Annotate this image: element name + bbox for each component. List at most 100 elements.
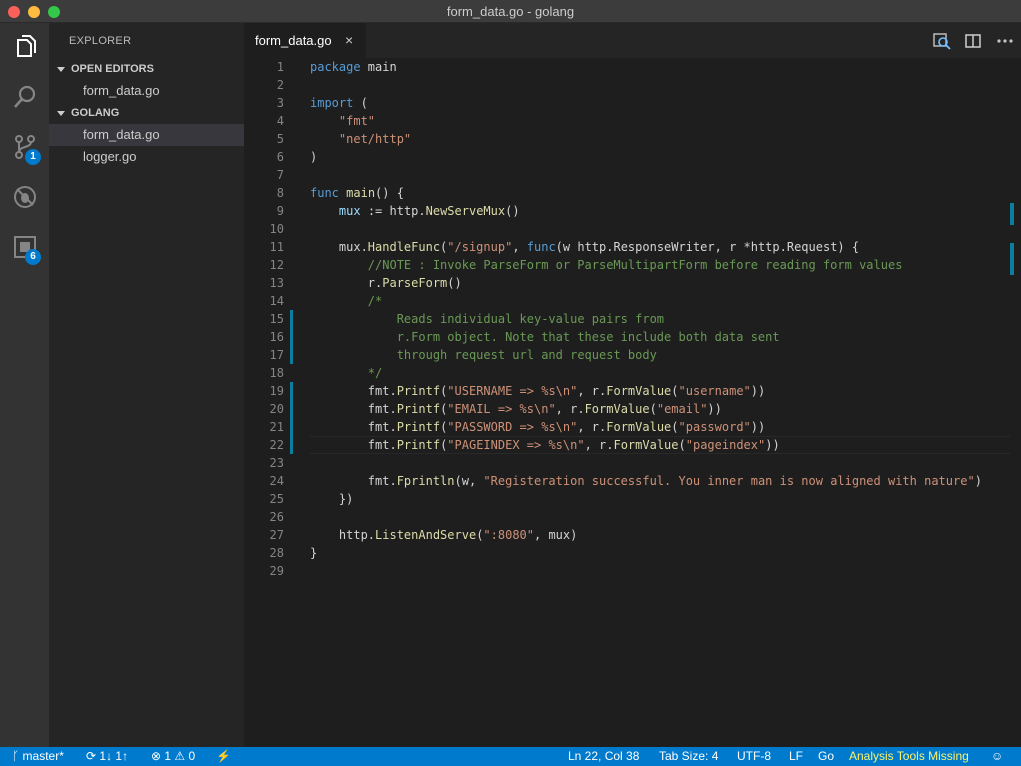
code-line[interactable]: 15 Reads individual key-value pairs from — [244, 310, 1004, 328]
line-number: 3 — [276, 96, 284, 110]
code-line[interactable]: 18 */ — [244, 364, 1004, 382]
language-mode[interactable]: Go — [818, 747, 834, 766]
search-icon — [13, 85, 35, 108]
code-line[interactable]: 25 }) — [244, 490, 1004, 508]
code-token: }) — [310, 492, 354, 506]
code-line[interactable]: 27 http.ListenAndServe(":8080", mux) — [244, 526, 1004, 544]
open-editor-item[interactable]: form_data.go — [49, 80, 244, 102]
open-editors-section[interactable]: OPEN EDITORS — [49, 58, 244, 80]
code-token: , r. — [584, 438, 614, 452]
code-line[interactable]: 22 fmt.Printf ("PAGEINDEX => %s\n", r.For… — [244, 436, 1010, 454]
code-token: Fprintln — [396, 474, 455, 488]
split-editor-button[interactable] — [964, 32, 982, 50]
code-line[interactable]: 16 r.Form object. Note that these includ… — [244, 328, 1004, 346]
code-line[interactable]: 28} — [244, 544, 1004, 562]
line-number: 26 — [269, 510, 284, 524]
more-actions-button[interactable] — [996, 32, 1014, 50]
code-line[interactable]: 7 — [244, 166, 1004, 184]
code-line[interactable]: 9 mux := http.NewServeMux() — [244, 202, 1004, 220]
encoding[interactable]: UTF-8 — [737, 747, 771, 766]
code-line[interactable]: 5 "net/http" — [244, 130, 1004, 148]
branch-status[interactable]: ᚴ master* — [12, 747, 64, 766]
code-token: "pageindex" — [685, 438, 766, 452]
code-line[interactable]: 4 "fmt" — [244, 112, 1004, 130]
code-token: http. — [310, 528, 376, 542]
code-token: /* — [367, 294, 383, 308]
code-token: fmt. — [310, 384, 397, 398]
end-of-line[interactable]: LF — [789, 747, 803, 766]
close-icon[interactable]: × — [345, 23, 353, 58]
line-number: 21 — [269, 420, 284, 434]
code-line[interactable]: 21 fmt.Printf ("PASSWORD => %s\n", r.Form… — [244, 418, 1004, 436]
code-token: "net/http" — [338, 132, 412, 146]
file-item[interactable]: form_data.go — [49, 124, 244, 146]
folder-section[interactable]: GOLANG — [49, 102, 244, 124]
sidebar-title: EXPLORER — [69, 35, 132, 47]
source-control-button[interactable]: 1 — [0, 123, 49, 171]
code-line[interactable]: 6) — [244, 148, 1004, 166]
line-number: 17 — [269, 348, 284, 362]
code-token: ) — [310, 150, 318, 164]
code-line[interactable]: 20 fmt.Printf ("EMAIL => %s\n", r.FormVal… — [244, 400, 1004, 418]
code-line[interactable]: 11 mux.HandleFunc("/signup", func(w http… — [244, 238, 1004, 256]
code-line[interactable]: 8 func main() { — [244, 184, 1004, 202]
modified-line-marker — [290, 310, 293, 328]
code-line[interactable]: 26 — [244, 508, 1004, 526]
feedback-smiley-icon[interactable]: ☺ — [991, 747, 1003, 766]
tab-form-data[interactable]: form_data.go × — [244, 23, 366, 58]
code-token: (w, — [454, 474, 484, 488]
code-line[interactable]: 12 //NOTE : Invoke ParseForm or ParseMul… — [244, 256, 1004, 274]
explorer-button[interactable] — [0, 23, 49, 71]
code-line[interactable]: 19 fmt.Printf ("USERNAME => %s\n", r.Form… — [244, 382, 1004, 400]
code-token: import — [310, 96, 354, 110]
analysis-tools-warning[interactable]: Analysis Tools Missing — [849, 747, 969, 766]
error-icon: ⊗ — [151, 749, 165, 763]
code-token: ListenAndServe — [375, 528, 477, 542]
search-button[interactable] — [0, 73, 49, 121]
modified-line-marker — [290, 400, 293, 418]
code-token: Printf — [396, 402, 441, 416]
code-token: ( — [649, 402, 657, 416]
code-line[interactable]: 2 — [244, 76, 1004, 94]
extensions-button[interactable]: 6 — [0, 223, 49, 271]
file-item[interactable]: logger.go — [49, 146, 244, 168]
debug-button[interactable] — [0, 173, 49, 221]
code-token: )) — [750, 384, 766, 398]
debug-icon — [13, 186, 36, 208]
overview-ruler-mark — [1010, 243, 1014, 275]
code-line[interactable]: 10 — [244, 220, 1004, 238]
line-number: 7 — [276, 168, 284, 182]
code-token: NewServeMux — [425, 204, 506, 218]
code-line[interactable]: 17 through request url and request body — [244, 346, 1004, 364]
problems-status[interactable]: ⊗ 1 ⚠ 0 — [151, 747, 195, 766]
line-code: } — [310, 544, 317, 562]
lightning-icon[interactable]: ⚡ — [216, 747, 231, 766]
line-number: 24 — [269, 474, 284, 488]
code-line[interactable]: 29 — [244, 562, 1004, 580]
code-line[interactable]: 24 fmt.Fprintln(w, "Registeration succes… — [244, 472, 1004, 490]
sync-status[interactable]: ⟳ 1↓ 1↑ — [86, 747, 128, 766]
code-token: mux — [338, 204, 361, 218]
tab-size[interactable]: Tab Size: 4 — [659, 747, 718, 766]
code-line[interactable]: 14 /* — [244, 292, 1004, 310]
line-number: 19 — [269, 384, 284, 398]
code-token: () — [505, 204, 520, 218]
line-number: 16 — [269, 330, 284, 344]
more-actions-icon — [997, 39, 1013, 43]
cursor-position[interactable]: Ln 22, Col 38 — [568, 747, 639, 766]
line-code: mux := http.NewServeMux() — [310, 202, 520, 220]
code-token: */ — [367, 366, 383, 380]
code-line[interactable]: 13 r.ParseForm() — [244, 274, 1004, 292]
open-preview-button[interactable] — [933, 32, 951, 50]
code-line[interactable]: 3 import ( — [244, 94, 1004, 112]
code-token: , r. — [555, 402, 585, 416]
tab-bar: form_data.go × — [244, 23, 1021, 58]
status-bar: ᚴ master* ⟳ 1↓ 1↑ ⊗ 1 ⚠ 0 ⚡ Ln 22, Col 3… — [0, 747, 1021, 766]
code-editor[interactable]: 1 package main 2 3 import (4 "fmt" 5 "net/htt… — [244, 58, 1021, 747]
line-code: "fmt" — [310, 112, 375, 130]
code-token: ( — [671, 420, 679, 434]
code-line[interactable]: 23 — [244, 454, 1004, 472]
code-line[interactable]: 1 package main — [244, 58, 1004, 76]
line-number: 12 — [269, 258, 284, 272]
